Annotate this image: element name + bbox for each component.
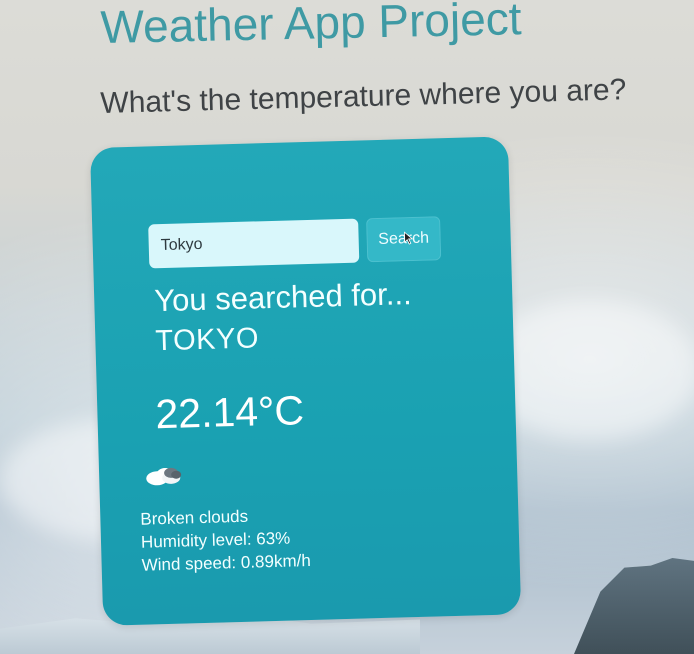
mountain-background-right [574, 558, 694, 654]
page-title: Weather App Project [99, 0, 523, 53]
search-button[interactable]: Search [366, 216, 442, 263]
wind-speed: Wind speed: 0.89km/h [141, 551, 312, 575]
weather-card: Search You searched for... TOKYO 22.14°C… [90, 136, 522, 626]
searched-label: You searched for... [153, 276, 413, 319]
weather-condition: Broken clouds [140, 506, 249, 529]
search-row: Search [148, 216, 449, 269]
humidity-level: Humidity level: 63% [140, 528, 291, 552]
city-name: TOKYO [154, 322, 260, 358]
city-search-input[interactable] [148, 218, 360, 269]
page-subtitle: What's the temperature where you are? [100, 73, 627, 120]
cloud-icon [146, 467, 182, 486]
temperature-value: 22.14°C [154, 387, 305, 438]
